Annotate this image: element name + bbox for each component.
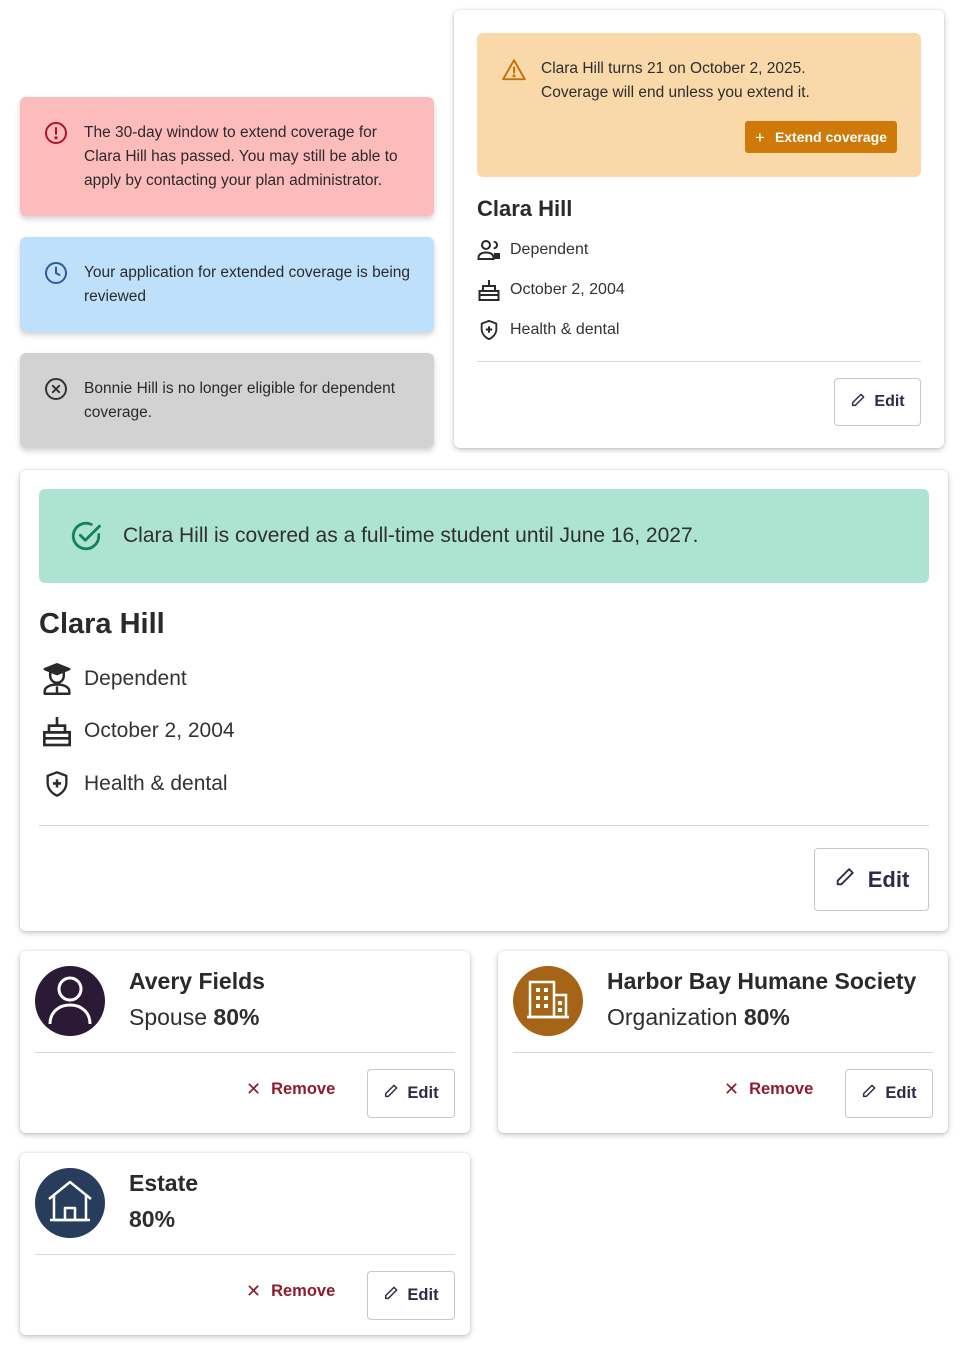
plus-icon: + <box>755 127 765 147</box>
graduate-icon <box>40 662 74 696</box>
extend-coverage-label: Extend coverage <box>774 129 887 145</box>
beneficiary-card-spouse: Avery Fields Spouse 80% ✕ Remove Edit <box>20 951 470 1133</box>
edit-label: Edit <box>407 1084 439 1102</box>
person-icon <box>47 974 93 1029</box>
card-divider <box>39 825 929 826</box>
birthdate-text: October 2, 2004 <box>510 281 625 298</box>
beneficiary-name: Estate <box>129 1170 199 1196</box>
status-text: Clara Hill is covered as a full-time stu… <box>123 524 699 547</box>
birthdate-row: October 2, 2004 <box>40 714 235 748</box>
extend-coverage-button[interactable]: + Extend coverage <box>745 121 897 153</box>
student-coverage-status: Clara Hill is covered as a full-time stu… <box>39 489 929 583</box>
edit-label: Edit <box>867 866 910 892</box>
remove-beneficiary-button[interactable]: ✕ Remove <box>246 1281 335 1302</box>
coverage-window-expired-alert: The 30-day window to extend coverage for… <box>20 97 434 216</box>
shield-plus-icon <box>40 767 74 801</box>
dependent-card-expanded: Clara Hill is covered as a full-time stu… <box>20 470 948 931</box>
edit-dependent-button[interactable]: Edit <box>834 378 921 426</box>
remove-label: Remove <box>749 1080 814 1098</box>
warning-line-1: Clara Hill turns 21 on October 2, 2025. <box>541 60 806 77</box>
beneficiary-details: 80% <box>129 1206 175 1233</box>
card-divider <box>35 1052 455 1053</box>
x-circle-icon <box>44 377 68 401</box>
beneficiary-card-estate: Estate 80% ✕ Remove Edit <box>20 1153 470 1335</box>
coverage-text: Health & dental <box>84 772 228 795</box>
pencil-icon <box>834 866 856 894</box>
edit-dependent-button[interactable]: Edit <box>814 848 929 911</box>
relationship-row: Dependent <box>477 238 588 262</box>
close-icon: ✕ <box>246 1281 262 1301</box>
alert-text: Bonnie Hill is no longer eligible for de… <box>84 380 396 421</box>
people-icon <box>477 238 501 262</box>
beneficiary-card-organization: Harbor Bay Humane Society Organization 8… <box>498 951 948 1133</box>
beneficiary-type: Organization <box>607 1004 738 1030</box>
relationship-row: Dependent <box>40 662 187 696</box>
card-divider <box>35 1254 455 1255</box>
pencil-icon <box>383 1083 399 1104</box>
card-divider <box>513 1052 933 1053</box>
relationship-text: Dependent <box>84 667 187 690</box>
alert-text: Your application for extended coverage i… <box>84 264 411 305</box>
ineligible-dependent-alert: Bonnie Hill is no longer eligible for de… <box>20 353 434 448</box>
dependent-card-compact: Clara Hill turns 21 on October 2, 2025. … <box>454 10 944 448</box>
pencil-icon <box>861 1083 877 1104</box>
beneficiary-name: Avery Fields <box>129 968 265 994</box>
shield-plus-icon <box>477 318 501 342</box>
beneficiary-name: Harbor Bay Humane Society <box>607 968 917 994</box>
edit-beneficiary-button[interactable]: Edit <box>845 1069 933 1118</box>
beneficiary-details: Organization 80% <box>607 1004 790 1031</box>
application-review-alert: Your application for extended coverage i… <box>20 237 434 332</box>
birthday-cake-icon <box>40 714 74 748</box>
alert-text: The 30-day window to extend coverage for… <box>84 124 398 189</box>
alert-circle-icon <box>44 121 68 145</box>
edit-beneficiary-button[interactable]: Edit <box>367 1271 455 1320</box>
clock-icon <box>44 261 68 285</box>
age-out-warning: Clara Hill turns 21 on October 2, 2025. … <box>477 33 921 177</box>
edit-label: Edit <box>874 393 905 410</box>
edit-beneficiary-button[interactable]: Edit <box>367 1069 455 1118</box>
remove-beneficiary-button[interactable]: ✕ Remove <box>724 1079 813 1100</box>
pencil-icon <box>850 392 866 413</box>
remove-label: Remove <box>271 1282 336 1300</box>
beneficiary-percent: 80% <box>129 1206 176 1232</box>
avatar <box>35 1168 105 1238</box>
beneficiary-percent: 80% <box>743 1004 790 1030</box>
edit-label: Edit <box>407 1286 439 1304</box>
dependent-name: Clara Hill <box>477 196 573 221</box>
warning-line-2: Coverage will end unless you extend it. <box>541 84 810 101</box>
close-icon: ✕ <box>724 1079 740 1099</box>
remove-label: Remove <box>271 1080 336 1098</box>
avatar <box>35 966 105 1036</box>
beneficiary-type: Spouse <box>129 1004 208 1030</box>
beneficiary-details: Spouse 80% <box>129 1004 259 1031</box>
dependent-name: Clara Hill <box>39 608 165 640</box>
birthday-cake-icon <box>477 278 501 302</box>
birthdate-row: October 2, 2004 <box>477 278 625 302</box>
pencil-icon <box>383 1285 399 1306</box>
edit-label: Edit <box>885 1084 917 1102</box>
birthdate-text: October 2, 2004 <box>84 719 235 742</box>
beneficiary-percent: 80% <box>213 1004 260 1030</box>
close-icon: ✕ <box>246 1079 262 1099</box>
check-circle-icon <box>69 519 103 553</box>
remove-beneficiary-button[interactable]: ✕ Remove <box>246 1079 335 1100</box>
coverage-text: Health & dental <box>510 321 620 338</box>
house-icon <box>46 1179 94 1228</box>
card-divider <box>477 361 921 362</box>
warning-triangle-icon <box>501 57 527 83</box>
avatar <box>513 966 583 1036</box>
building-icon <box>526 979 570 1024</box>
coverage-row: Health & dental <box>40 767 228 801</box>
relationship-text: Dependent <box>510 241 589 258</box>
coverage-row: Health & dental <box>477 318 619 342</box>
